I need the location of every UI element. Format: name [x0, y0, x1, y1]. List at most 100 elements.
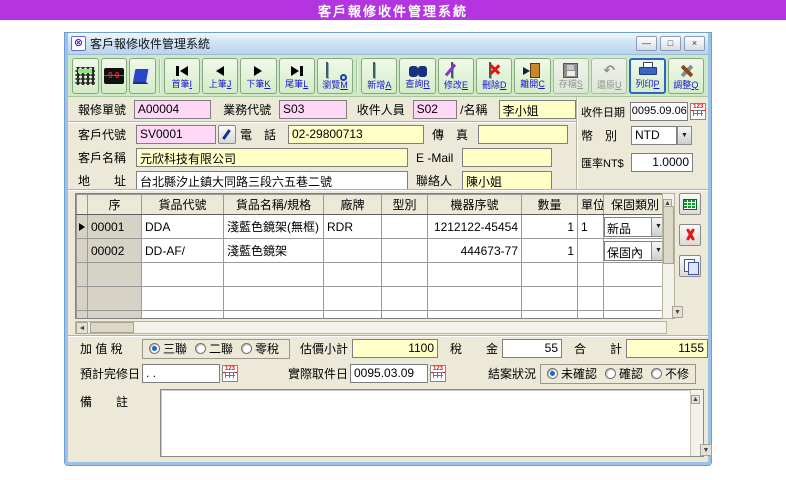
close-button[interactable]: ×	[684, 36, 705, 51]
scroll-down-icon[interactable]: ▼	[672, 306, 683, 318]
copy-row-button[interactable]	[679, 255, 701, 277]
vat-label: 加 值 稅	[80, 340, 142, 357]
scrollbar-thumb[interactable]	[663, 206, 674, 264]
repair-no-field[interactable]: A00004	[134, 100, 211, 119]
receiver-name-field[interactable]: 李小姐	[499, 100, 576, 119]
contact-label: 聯絡人	[416, 172, 462, 189]
table-row[interactable]	[77, 287, 667, 311]
vat-option-triplicate[interactable]: 三聯	[149, 340, 187, 357]
customer-code-field[interactable]: SV0001	[136, 125, 216, 144]
calculator-button[interactable]	[72, 58, 99, 94]
vat-option-zerotax[interactable]: 零稅	[241, 340, 279, 357]
sales-code-field[interactable]: S03	[279, 100, 347, 119]
grid-horizontal-scrollbar[interactable]: ◄	[75, 321, 667, 334]
col-header-brand: 廠牌	[324, 195, 382, 215]
table-row[interactable]	[77, 263, 667, 287]
next-record-button[interactable]: 下筆K	[240, 58, 276, 94]
scroll-down-icon[interactable]: ▼	[700, 444, 712, 456]
page-title: 客戶報修收件管理系統	[318, 1, 468, 20]
items-grid-section: 序 貨品代號 貨品名稱/規格 廠牌 型別 機器序號 數量 單位 保固類別 000…	[68, 189, 708, 335]
actual-date-calendar-icon[interactable]	[430, 365, 446, 382]
first-record-button[interactable]: 首筆I	[164, 58, 200, 94]
expected-date-calendar-icon[interactable]	[222, 365, 238, 382]
subtotal-field[interactable]: 1100	[352, 339, 438, 358]
print-button[interactable]: 列印P	[629, 58, 665, 94]
customer-name-field[interactable]: 元欣科技有限公司	[136, 148, 408, 167]
grid-view-button[interactable]	[679, 193, 701, 215]
scroll-left-icon[interactable]: ◄	[76, 322, 88, 334]
browse-button[interactable]: 瀏覽M	[317, 58, 353, 94]
fax-field[interactable]	[478, 125, 568, 144]
address-field[interactable]: 台北縣汐止鎮大同路三段六五巷二號	[136, 171, 408, 190]
scroll-up-icon[interactable]: ▲	[691, 395, 700, 404]
receiver-label: 收件人員	[357, 101, 413, 118]
exchange-rate-field[interactable]: 1.0000	[631, 153, 693, 172]
status-radio-group: 未確認 確認 不修	[540, 364, 696, 384]
memo-scrollbar[interactable]: ▲ ▼	[690, 390, 703, 456]
restore-button[interactable]: □	[660, 36, 681, 51]
contact-field[interactable]: 陳小姐	[462, 171, 552, 190]
memo-field[interactable]: ▲ ▼	[160, 389, 704, 457]
delete-button[interactable]: 刪除D	[476, 58, 512, 94]
memo-label: 備 註	[80, 393, 138, 410]
radio-icon[interactable]	[605, 368, 616, 379]
form-header: 報修單號 A00004 業務代號 S03 收件人員 S02 /名稱 李小姐 客戶…	[68, 97, 708, 189]
table-row[interactable]: 00002 DD-AF/ 淺藍色鏡架 444673-77 1 保固內▼	[77, 239, 667, 263]
customer-lookup-button[interactable]	[218, 125, 236, 144]
phone-field[interactable]: 02-29800713	[288, 125, 424, 144]
last-icon	[287, 64, 307, 78]
warranty-combobox[interactable]: 保固內▼	[604, 241, 666, 261]
radio-icon[interactable]	[547, 368, 558, 379]
actual-date-field[interactable]: 0095.03.09	[350, 364, 428, 383]
expected-date-label: 預計完修日	[80, 365, 142, 382]
currency-field[interactable]: NTD	[631, 126, 677, 145]
adjust-button[interactable]: 調整Q	[668, 58, 704, 94]
print-icon	[638, 62, 658, 78]
exit-icon	[523, 63, 543, 78]
exit-button[interactable]: 離開C	[514, 58, 550, 94]
vat-option-duplicate[interactable]: 二聯	[195, 340, 233, 357]
table-row[interactable]	[77, 311, 667, 320]
delete-row-button[interactable]	[679, 224, 701, 246]
receiver-field[interactable]: S02	[413, 100, 458, 119]
receive-date-field[interactable]: 0095.09.06	[630, 102, 689, 121]
email-field[interactable]	[462, 148, 552, 167]
radio-icon[interactable]	[149, 343, 160, 354]
status-option-confirmed[interactable]: 確認	[605, 365, 643, 382]
minimize-button[interactable]: —	[636, 36, 657, 51]
expected-date-field[interactable]: . .	[142, 364, 220, 383]
status-label: 結案狀況	[488, 365, 540, 382]
total-field[interactable]: 1155	[626, 339, 708, 358]
query-button[interactable]: 查詢R	[399, 58, 435, 94]
grid-vertical-scrollbar[interactable]: ▲ ▼	[662, 193, 675, 319]
status-option-unconfirmed[interactable]: 未確認	[547, 365, 597, 382]
book-button[interactable]	[129, 58, 156, 94]
status-option-norepair[interactable]: 不修	[651, 365, 689, 382]
table-row[interactable]: 00001 DDA 淺藍色鏡架(無框) RDR 1212122-45454 1 …	[77, 215, 667, 239]
modify-button[interactable]: 修改E	[438, 58, 474, 94]
scrollbar-thumb[interactable]	[90, 322, 134, 333]
tax-field[interactable]: 55	[502, 339, 562, 358]
prev-record-button[interactable]: 上筆J	[202, 58, 238, 94]
col-header-code: 貨品代號	[142, 195, 224, 215]
undo-button[interactable]: ↶ 還原U	[591, 58, 627, 94]
receive-date-calendar-icon[interactable]	[690, 103, 706, 120]
col-header-seq: 序	[88, 195, 142, 215]
radio-icon[interactable]	[651, 368, 662, 379]
warranty-combobox[interactable]: 新品▼	[604, 217, 666, 237]
save-button[interactable]: 存檔S	[553, 58, 589, 94]
add-button[interactable]: 新增A	[361, 58, 397, 94]
flipclock-button[interactable]: 9 0	[101, 58, 128, 94]
radio-icon[interactable]	[195, 343, 206, 354]
window-titlebar[interactable]: ⊗ 客戶報修收件管理系統 — □ ×	[68, 33, 708, 55]
radio-icon[interactable]	[241, 343, 252, 354]
toolbar: 9 0 首筆I 上筆J 下筆K 尾筆L 瀏覽M 新增A	[68, 55, 708, 97]
last-record-button[interactable]: 尾筆L	[279, 58, 315, 94]
edit-icon	[447, 63, 465, 79]
save-icon	[563, 63, 578, 78]
grid-header-row: 序 貨品代號 貨品名稱/規格 廠牌 型別 機器序號 數量 單位 保固類別	[77, 195, 667, 215]
fax-label: 傳 真	[432, 126, 478, 143]
sales-code-label: 業務代號	[223, 101, 279, 118]
total-label: 合 計	[574, 340, 626, 357]
currency-dropdown-icon[interactable]: ▼	[677, 126, 692, 145]
